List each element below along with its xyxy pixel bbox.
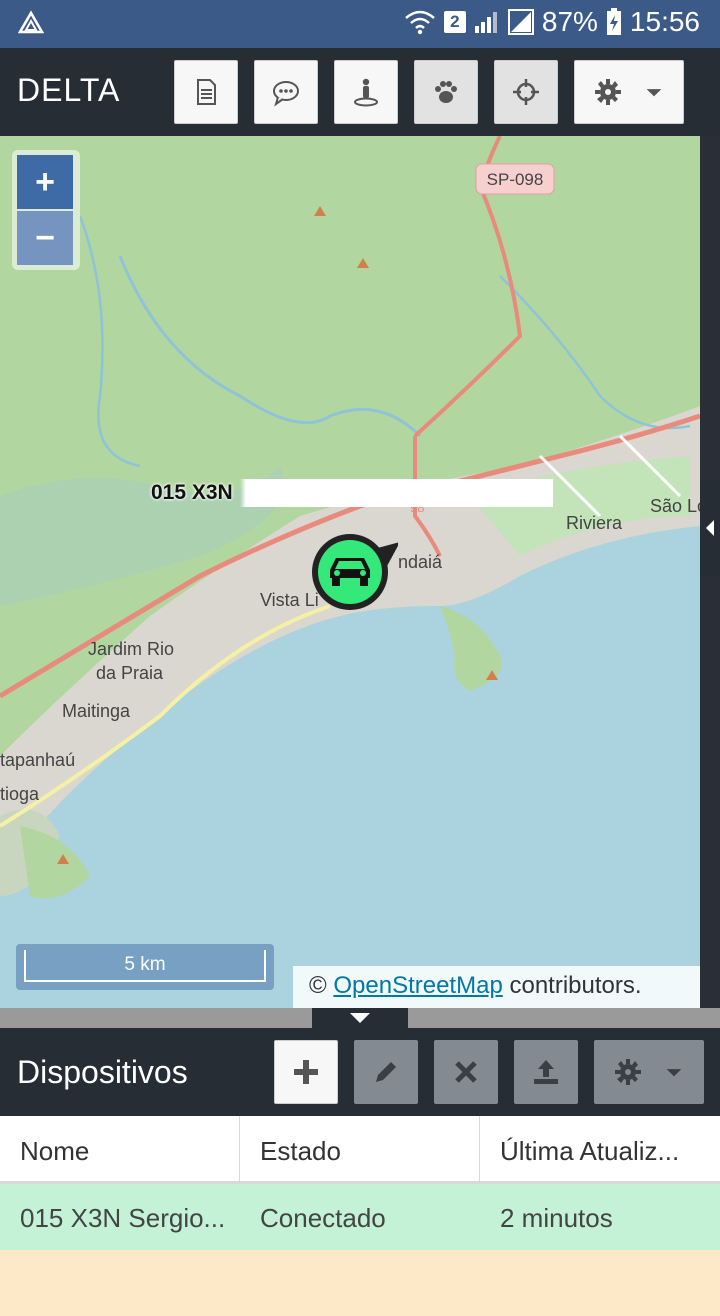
openstreetmap-link[interactable]: OpenStreetMap	[333, 972, 502, 999]
vehicle-marker[interactable]	[308, 532, 398, 612]
sim-badge: 2	[443, 11, 466, 33]
crosshair-icon	[513, 79, 539, 105]
settings-menu-button[interactable]	[574, 60, 684, 124]
signal-icon-2	[507, 9, 534, 35]
reports-button[interactable]	[174, 60, 238, 124]
place-label: Maitinga	[62, 701, 131, 721]
edit-device-button[interactable]	[354, 1040, 418, 1104]
pencil-icon	[376, 1062, 396, 1082]
close-icon	[455, 1061, 477, 1083]
gear-icon	[595, 79, 621, 105]
upload-icon	[534, 1060, 558, 1084]
app-notification-icon	[18, 10, 44, 34]
scale-label: 5 km	[24, 950, 266, 982]
map-attribution: © OpenStreetMap contributors.	[293, 966, 700, 1008]
paw-icon	[435, 81, 457, 103]
table-row[interactable]	[0, 1250, 720, 1316]
geofence-button[interactable]	[334, 60, 398, 124]
add-device-button[interactable]	[274, 1040, 338, 1104]
place-label: Jardim Rio	[88, 639, 174, 659]
follow-button[interactable]	[414, 60, 478, 124]
status-bar: 2 87% 15:56	[0, 0, 720, 48]
place-label: da Praia	[96, 663, 164, 683]
column-header-updated[interactable]: Última Atualiz...	[480, 1116, 720, 1181]
app-title: DELTA	[17, 72, 121, 108]
device-name: 015 X3N Sergio...	[20, 1203, 226, 1233]
table-row[interactable]: 015 X3N Sergio... Conectado 2 minutos	[0, 1184, 720, 1250]
place-label: tapanhaú	[0, 750, 75, 770]
collapse-panel-handle[interactable]	[312, 1008, 408, 1028]
signal-icon	[474, 12, 497, 33]
place-label: ndaiá	[398, 552, 443, 572]
devices-toolbar: Dispositivos	[0, 1028, 720, 1116]
messages-button[interactable]	[254, 60, 318, 124]
chevron-down-icon	[666, 1069, 682, 1077]
map-view[interactable]: SP-098 São Lo Riviera Vista Li ndaiá Jar…	[0, 136, 700, 1008]
marker-label: 015 X3N	[146, 479, 553, 507]
place-label: tioga	[0, 784, 40, 804]
gear-icon	[615, 1059, 641, 1085]
device-state: Conectado	[260, 1203, 386, 1233]
clock: 15:56	[629, 6, 700, 37]
report-icon	[197, 79, 216, 105]
column-header-name[interactable]: Nome	[0, 1116, 240, 1181]
wifi-icon	[405, 10, 435, 35]
zoom-in-button[interactable]: +	[17, 155, 73, 209]
zoom-control: + −	[12, 150, 80, 270]
map-scale: 5 km	[16, 944, 274, 990]
place-label: Riviera	[566, 513, 623, 533]
zoom-out-button[interactable]: −	[17, 211, 73, 265]
chevron-down-icon	[350, 1013, 370, 1023]
devices-settings-button[interactable]	[594, 1040, 704, 1104]
chevron-left-icon	[706, 520, 714, 536]
plus-icon	[294, 1060, 318, 1084]
battery-percent: 87%	[541, 6, 598, 37]
send-command-button[interactable]	[514, 1040, 578, 1104]
column-header-state[interactable]: Estado	[240, 1116, 480, 1181]
person-pin-icon	[354, 78, 378, 107]
chat-icon	[273, 81, 299, 107]
delete-device-button[interactable]	[434, 1040, 498, 1104]
status-right: 2 87% 15:56	[404, 6, 700, 38]
panel-splitter[interactable]	[0, 1008, 720, 1028]
place-label: São Lo	[650, 496, 700, 516]
devices-title: Dispositivos	[17, 1054, 188, 1090]
side-panel-toggle[interactable]	[700, 480, 720, 576]
battery-charging-icon	[606, 8, 621, 35]
table-header: Nome Estado Última Atualiz...	[0, 1116, 720, 1184]
chevron-down-icon	[646, 89, 662, 97]
locate-button[interactable]	[494, 60, 558, 124]
app-toolbar: DELTA	[0, 48, 720, 136]
devices-table: Nome Estado Última Atualiz... 015 X3N Se…	[0, 1116, 720, 1316]
device-updated: 2 minutos	[500, 1203, 613, 1233]
road-shield-label: SP-098	[487, 170, 544, 189]
